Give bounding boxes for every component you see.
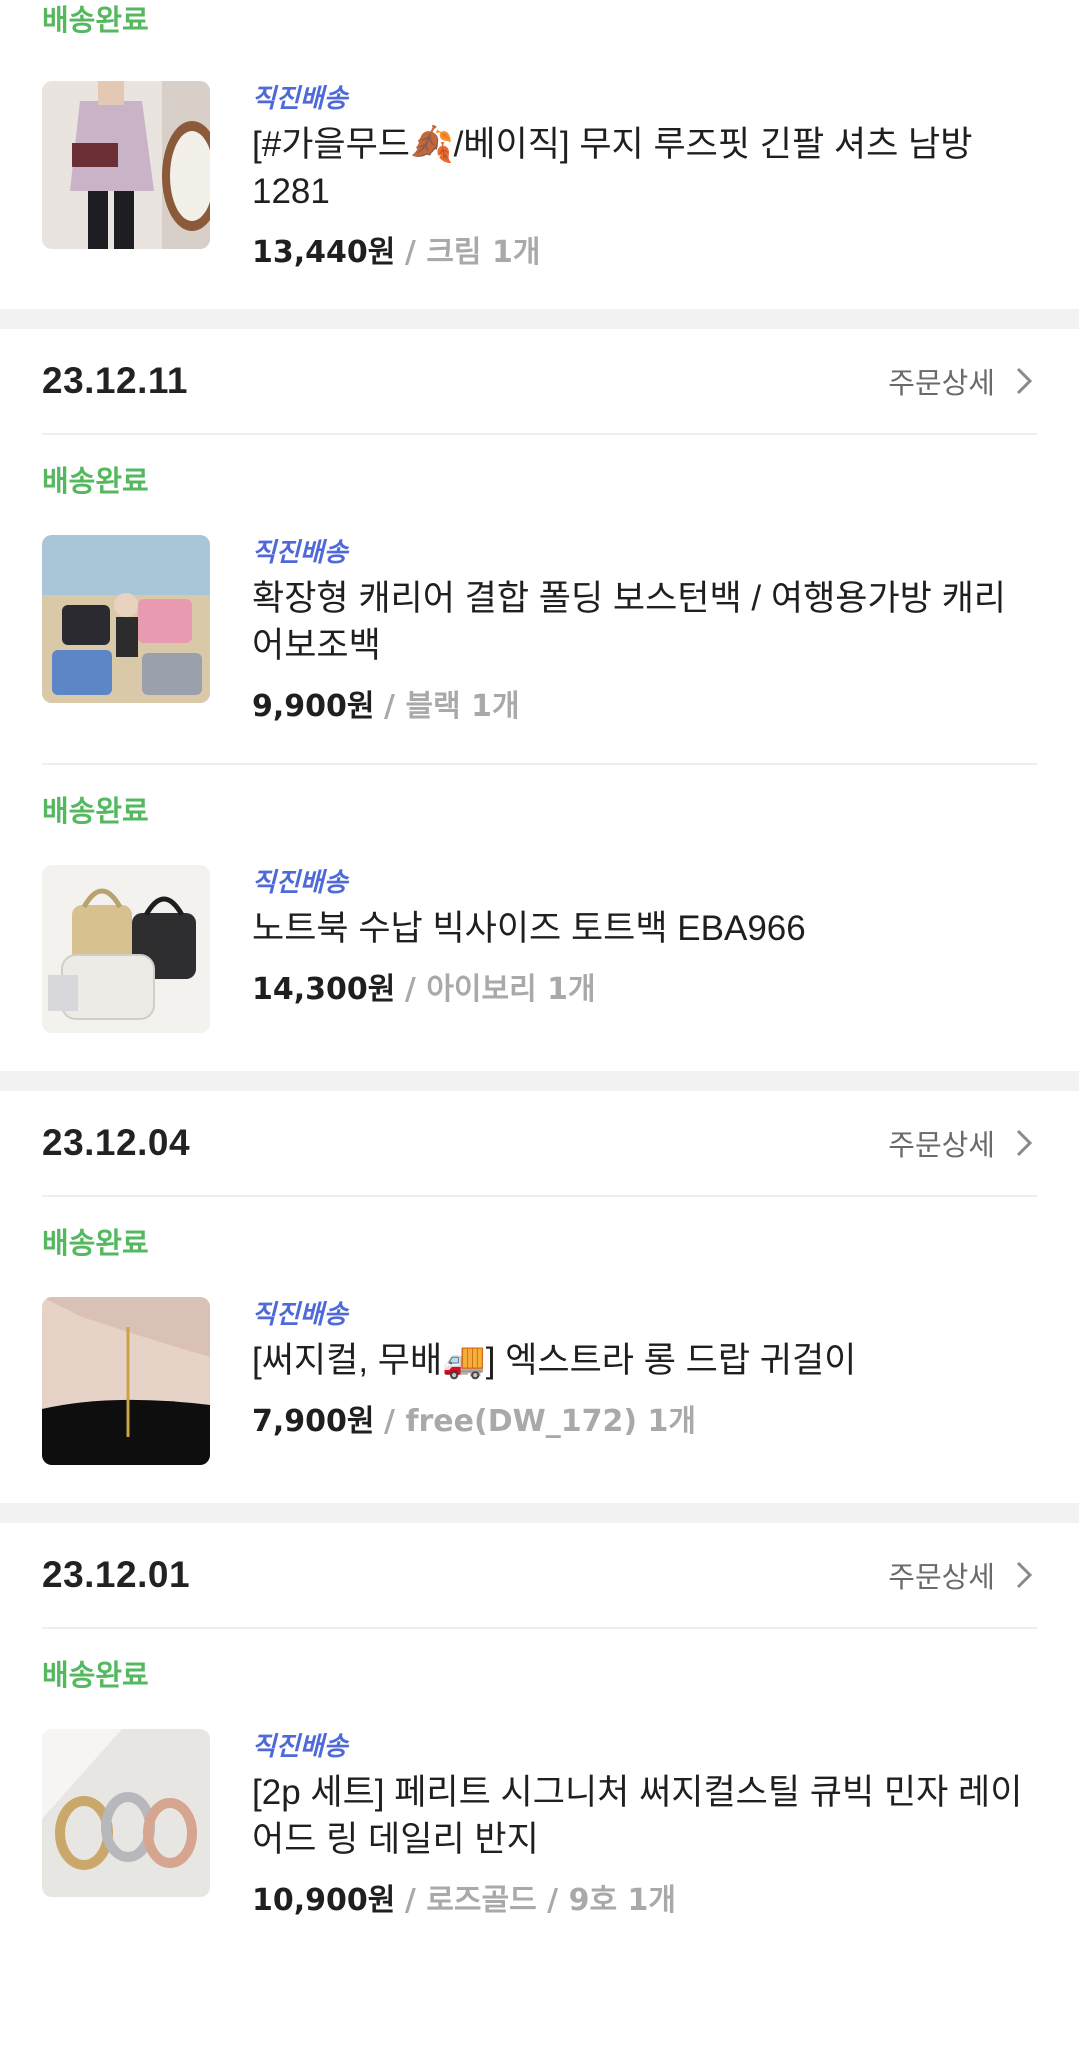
product-price: 10,900원 [252,1883,396,1918]
product-option: / 블랙 1개 [384,689,520,724]
delivery-status: 배송완료 [42,1226,149,1260]
product-thumbnail-earring[interactable] [42,1297,210,1465]
order-item[interactable]: 배송완료 직진배송 [2p 세트] 페리트 시그니처 써지컬스틸 큐빅 민자 레… [42,1629,1037,1957]
product-option: / free(DW_172) 1개 [384,1404,696,1439]
order-item[interactable]: 배송완료 직진배송 확장형 캐리어 결합 폴딩 보스턴백 / 여행용가방 캐리어… [42,435,1037,765]
order-item[interactable]: 배송완료 직진배송 [#가을무드🍂/베이직] 무지 루즈핏 긴팔 셔츠 남방 1 [42,0,1037,309]
product-thumbnail-ring[interactable] [42,1729,210,1897]
order-date: 23.12.11 [42,360,188,401]
order-group: 23.12.11 주문상세 배송완료 직진배송 확장형 캐리어 결합 폴딩 보스… [0,329,1079,1071]
order-detail-link[interactable]: 주문상세 [888,360,1037,402]
product-price: 13,440원 [252,235,396,270]
product-thumbnail-bag[interactable] [42,535,210,703]
product-title[interactable]: 확장형 캐리어 결합 폴딩 보스턴백 / 여행용가방 캐리어보조백 [252,575,1037,669]
product-price: 7,900원 [252,1404,375,1439]
order-detail-link[interactable]: 주문상세 [888,1554,1037,1596]
product-title[interactable]: 노트북 수납 빅사이즈 토트백 EBA966 [252,905,1037,952]
order-detail-link[interactable]: 주문상세 [888,1122,1037,1164]
direct-delivery-tag: 직진배송 [252,84,348,114]
order-detail-label: 주문상세 [888,366,995,400]
order-date: 23.12.04 [42,1122,191,1163]
product-thumbnail-tote[interactable] [42,865,210,1033]
chevron-right-icon [1016,1129,1033,1157]
order-detail-label: 주문상세 [888,1128,995,1162]
delivery-status: 배송완료 [42,3,149,37]
product-option: / 로즈골드 / 9호 1개 [404,1883,676,1918]
product-thumbnail-shirt[interactable] [42,81,210,249]
product-title[interactable]: [써지컬, 무배🚚] 엑스트라 롱 드랍 귀걸이 [252,1337,1037,1384]
product-option: / 아이보리 1개 [404,972,596,1007]
product-price: 9,900원 [252,689,375,724]
section-divider [0,1503,1079,1523]
product-option: / 크림 1개 [404,235,541,270]
product-title[interactable]: [#가을무드🍂/베이직] 무지 루즈핏 긴팔 셔츠 남방 1281 [252,121,1037,215]
chevron-right-icon [1016,1561,1033,1589]
order-detail-label: 주문상세 [888,1560,995,1594]
product-title[interactable]: [2p 세트] 페리트 시그니처 써지컬스틸 큐빅 민자 레이어드 링 데일리 … [252,1769,1037,1863]
order-group: 배송완료 직진배송 [#가을무드🍂/베이직] 무지 루즈핏 긴팔 셔츠 남방 1 [0,0,1079,309]
order-header: 23.12.11 주문상세 [42,329,1037,435]
direct-delivery-tag: 직진배송 [252,868,348,898]
delivery-status: 배송완료 [42,464,149,498]
order-item[interactable]: 배송완료 직진배송 노트북 수납 빅사이즈 토트백 EBA966 14,300원 [42,765,1037,1071]
order-group: 23.12.01 주문상세 배송완료 직진배송 [2p 세트] 페리트 시그니처… [0,1523,1079,1957]
order-header: 23.12.04 주문상세 [42,1091,1037,1197]
direct-delivery-tag: 직진배송 [252,1300,348,1330]
order-date: 23.12.01 [42,1554,191,1595]
order-group: 23.12.04 주문상세 배송완료 직진배송 [써지컬, 무배🚚] 엑스트라 … [0,1091,1079,1503]
direct-delivery-tag: 직진배송 [252,1732,348,1762]
section-divider [0,1071,1079,1091]
product-price: 14,300원 [252,972,396,1007]
chevron-right-icon [1016,367,1033,395]
order-item[interactable]: 배송완료 직진배송 [써지컬, 무배🚚] 엑스트라 롱 드랍 귀걸이 7,900… [42,1197,1037,1503]
delivery-status: 배송완료 [42,1658,149,1692]
delivery-status: 배송완료 [42,794,149,828]
order-header: 23.12.01 주문상세 [42,1523,1037,1629]
section-divider [0,309,1079,329]
direct-delivery-tag: 직진배송 [252,538,348,568]
